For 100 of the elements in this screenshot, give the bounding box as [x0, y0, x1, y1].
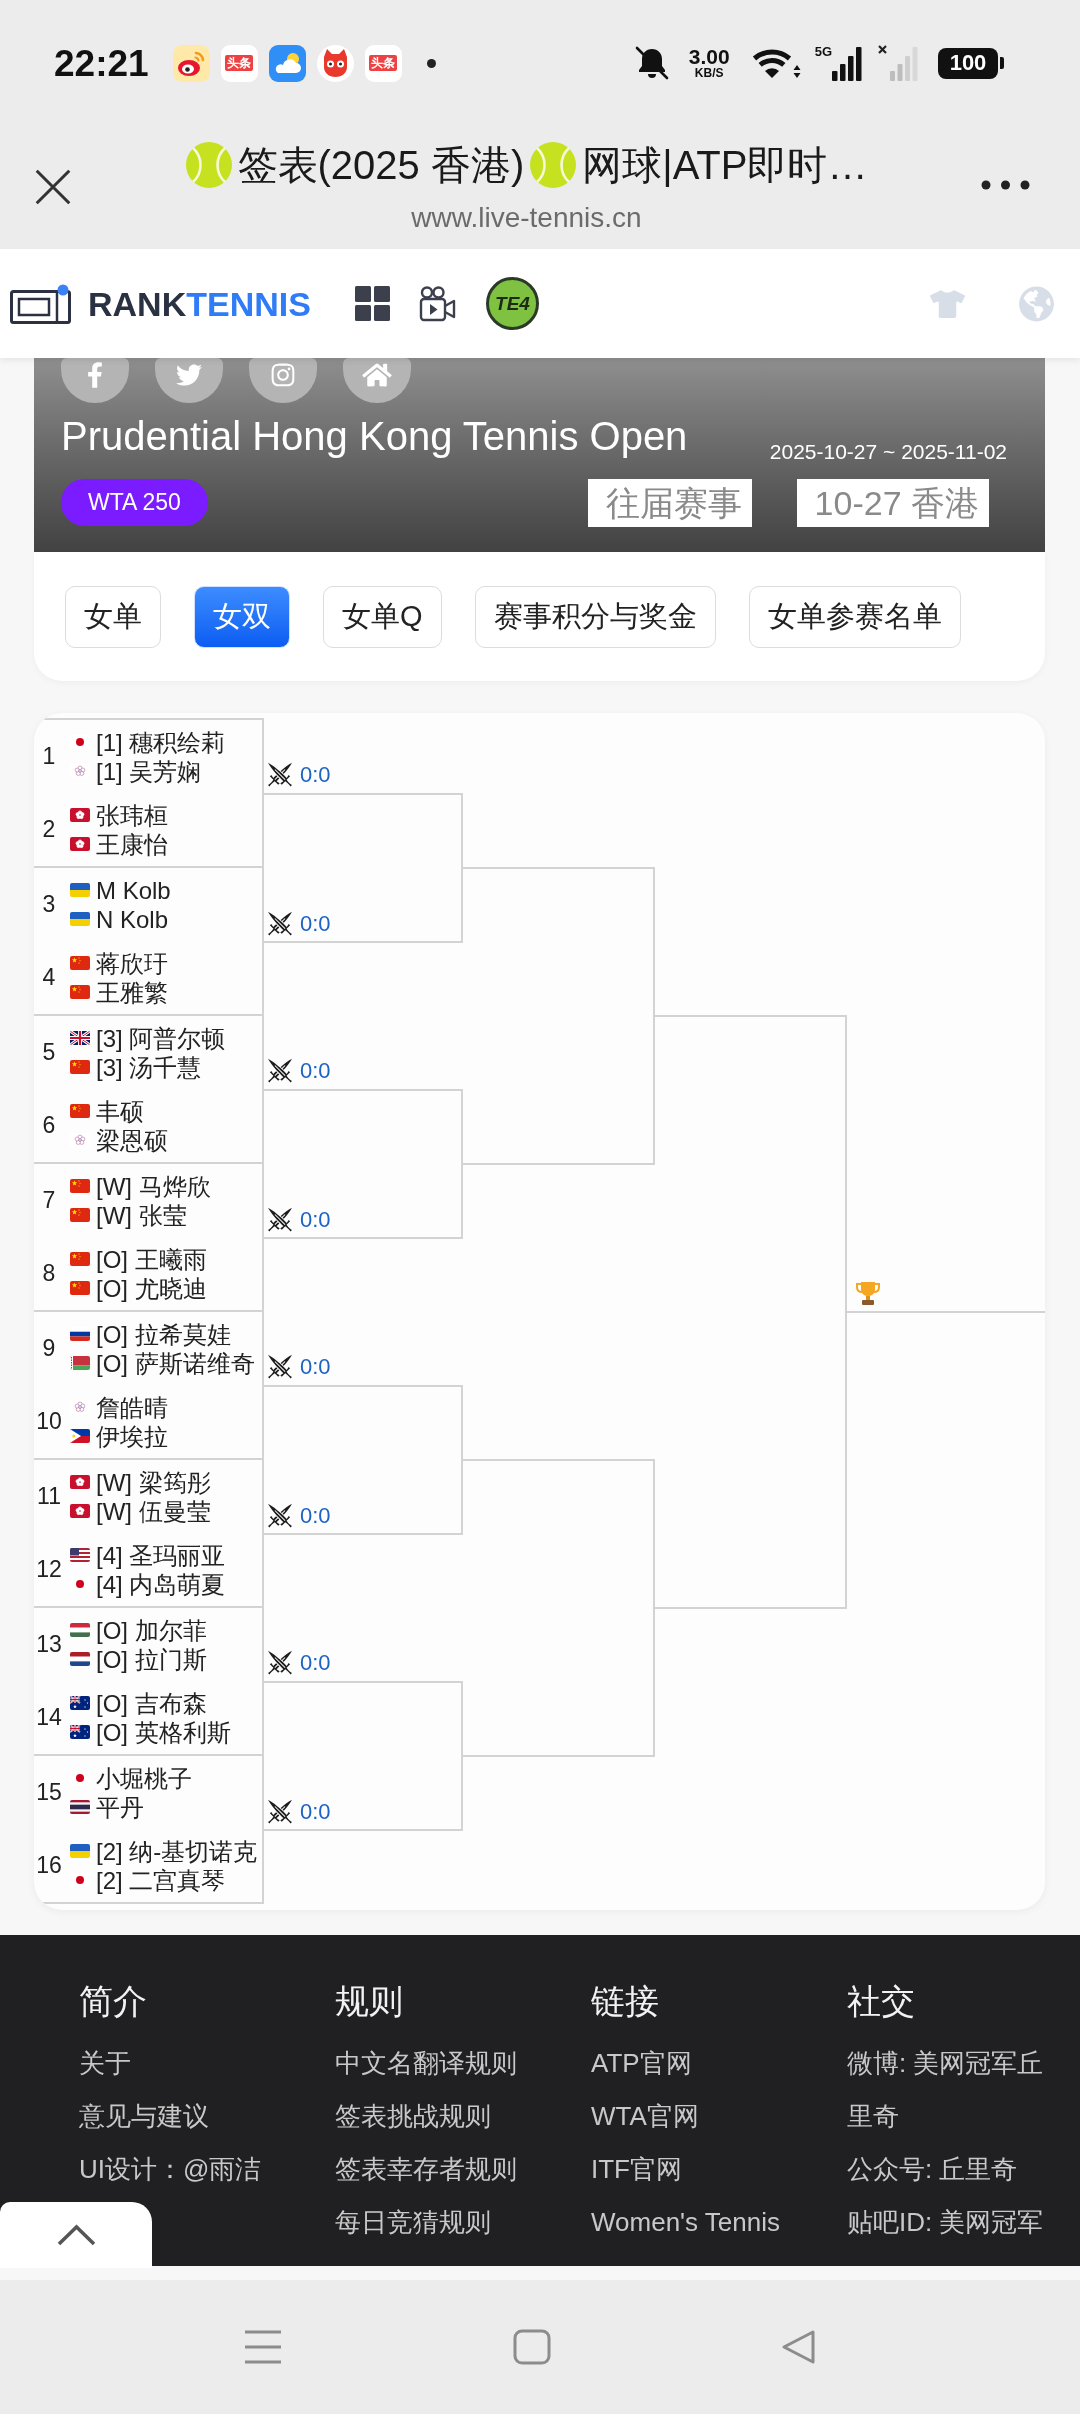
- footer-link[interactable]: 公众号: 丘里奇: [847, 2143, 1018, 2196]
- instagram-link[interactable]: [249, 358, 317, 403]
- menu-icon[interactable]: [244, 2329, 282, 2365]
- back-icon[interactable]: [780, 2329, 816, 2365]
- footer-link[interactable]: 意见与建议: [79, 2090, 209, 2143]
- hong-kong-flag-icon: [70, 1504, 90, 1518]
- draw-position: 9: [41, 1337, 57, 1360]
- match-score[interactable]: 0:0: [300, 1208, 331, 1232]
- footer-link[interactable]: 签表幸存者规则: [335, 2143, 517, 2196]
- player-name: [2] 二宫真琴: [96, 1865, 226, 1895]
- draw-tab[interactable]: 女单参赛名单: [748, 585, 961, 648]
- facebook-icon: [87, 362, 103, 388]
- ukraine-flag-icon: [70, 883, 90, 897]
- grid-icon[interactable]: [355, 286, 390, 321]
- tournament-dates: 2025-10-27 ~ 2025-11-02: [769, 440, 1007, 464]
- footer-link[interactable]: 关于: [79, 2037, 131, 2090]
- cat-app-icon: [316, 44, 354, 82]
- draw-position: 8: [41, 1262, 57, 1285]
- player-name: [3] 阿普尔顿: [96, 1023, 226, 1053]
- footer-link[interactable]: Women's Tennis: [591, 2196, 780, 2249]
- home-icon[interactable]: [513, 2329, 551, 2365]
- draw-position: 13: [35, 1633, 63, 1656]
- draw-tab[interactable]: 女双: [194, 585, 290, 648]
- facebook-link[interactable]: [61, 358, 129, 403]
- player-name: [4] 内岛萌夏: [96, 1569, 226, 1599]
- draw-position: 14: [35, 1706, 63, 1729]
- chevron-up-icon: [55, 2223, 97, 2247]
- app-label: 头条: [369, 55, 398, 71]
- footer-link[interactable]: 每日竞猜规则: [335, 2196, 491, 2249]
- player-name: [W] 伍曼莹: [96, 1496, 211, 1526]
- more-icon[interactable]: [981, 180, 1030, 190]
- draw-position: 3: [41, 893, 57, 916]
- footer-link[interactable]: ATP官网: [591, 2037, 692, 2090]
- crossed-swords-icon: [267, 1354, 293, 1380]
- home-link[interactable]: [343, 358, 411, 403]
- draw-position: 11: [36, 1485, 62, 1508]
- network-type-label: 5G: [814, 45, 832, 59]
- app-label: 头条: [225, 55, 254, 71]
- draw-tab[interactable]: 女单Q: [323, 585, 442, 648]
- china-flag-icon: [70, 1281, 90, 1295]
- draw-position: 4: [41, 966, 57, 989]
- ball-logo-link[interactable]: TE4: [486, 277, 539, 330]
- match-score[interactable]: 0:0: [300, 912, 331, 936]
- ukraine-flag-icon: [70, 912, 90, 926]
- match-score[interactable]: 0:0: [300, 1355, 331, 1379]
- match-score[interactable]: 0:0: [300, 1800, 331, 1824]
- footer-link[interactable]: 中文名翻译规则: [335, 2037, 517, 2090]
- footer-link[interactable]: 签表挑战规则: [335, 2090, 491, 2143]
- draw-tab[interactable]: 女单: [65, 585, 161, 648]
- china-flag-icon: [70, 956, 90, 970]
- bird-icon: [175, 362, 203, 388]
- footer-link[interactable]: WTA官网: [591, 2090, 699, 2143]
- player-name: 蒋欣玗: [96, 948, 168, 978]
- footer-heading: 社交: [847, 1981, 915, 2022]
- uk-flag-icon: [70, 1031, 90, 1045]
- player-name: 詹皓晴: [96, 1392, 168, 1422]
- category-tag: WTA 250: [61, 479, 208, 526]
- player-name: 张玮桓: [96, 800, 168, 830]
- player-name: [O] 尤晓迪: [96, 1273, 207, 1303]
- match-score[interactable]: 0:0: [300, 1651, 331, 1675]
- player-name: [1] 吴芳娴: [96, 756, 202, 786]
- draw-position: 6: [41, 1114, 57, 1137]
- player-name: 王康怡: [96, 829, 168, 859]
- footer-heading: 规则: [335, 1981, 403, 2022]
- draw-position: 1: [41, 745, 57, 768]
- china-flag-icon: [70, 1179, 90, 1193]
- footer-link[interactable]: 贴吧ID: 美网冠军: [847, 2196, 1044, 2249]
- draw-position: 12: [35, 1558, 63, 1581]
- player-name: [3] 汤千慧: [96, 1052, 202, 1082]
- video-camera-icon[interactable]: [419, 285, 456, 322]
- player-name: N Kolb: [96, 904, 169, 934]
- china-flag-icon: [70, 1252, 90, 1266]
- player-name: 平丹: [96, 1792, 144, 1822]
- tennis-court-icon[interactable]: [10, 283, 71, 324]
- player-name: [O] 王曦雨: [96, 1244, 207, 1274]
- match-score[interactable]: 0:0: [300, 1059, 331, 1083]
- footer-link[interactable]: UI设计：@雨洁: [79, 2143, 262, 2196]
- player-name: [O] 英格利斯: [96, 1717, 231, 1747]
- ukraine-flag-icon: [70, 1844, 90, 1858]
- close-icon[interactable]: [34, 168, 72, 206]
- crossed-swords-icon: [267, 1503, 293, 1529]
- match-score[interactable]: 0:0: [300, 763, 331, 787]
- tennis-ball-icon: [530, 142, 577, 188]
- footer-link[interactable]: 微博: 美网冠军丘里奇: [847, 2037, 1057, 2143]
- match-score[interactable]: 0:0: [300, 1504, 331, 1528]
- bell-off-icon: [633, 45, 670, 81]
- player-name: [W] 马烨欣: [96, 1171, 211, 1201]
- site-logo[interactable]: RANKTENNIS: [88, 286, 324, 321]
- hong-kong-flag-icon: [70, 837, 90, 851]
- draw-position: 16: [35, 1854, 63, 1877]
- australia-flag-icon: [70, 1725, 90, 1739]
- back-to-top-button[interactable]: [0, 2202, 152, 2268]
- australia-flag-icon: [70, 1696, 90, 1710]
- hong-kong-flag-icon: [70, 1475, 90, 1489]
- crossed-swords-icon: [267, 1650, 293, 1676]
- twitter-link[interactable]: [155, 358, 223, 403]
- draw-position: 15: [35, 1781, 63, 1804]
- footer-link[interactable]: ITF官网: [591, 2143, 682, 2196]
- draw-tab[interactable]: 赛事积分与奖金: [474, 585, 716, 648]
- player-name: [2] 纳-基切诺克: [96, 1836, 258, 1866]
